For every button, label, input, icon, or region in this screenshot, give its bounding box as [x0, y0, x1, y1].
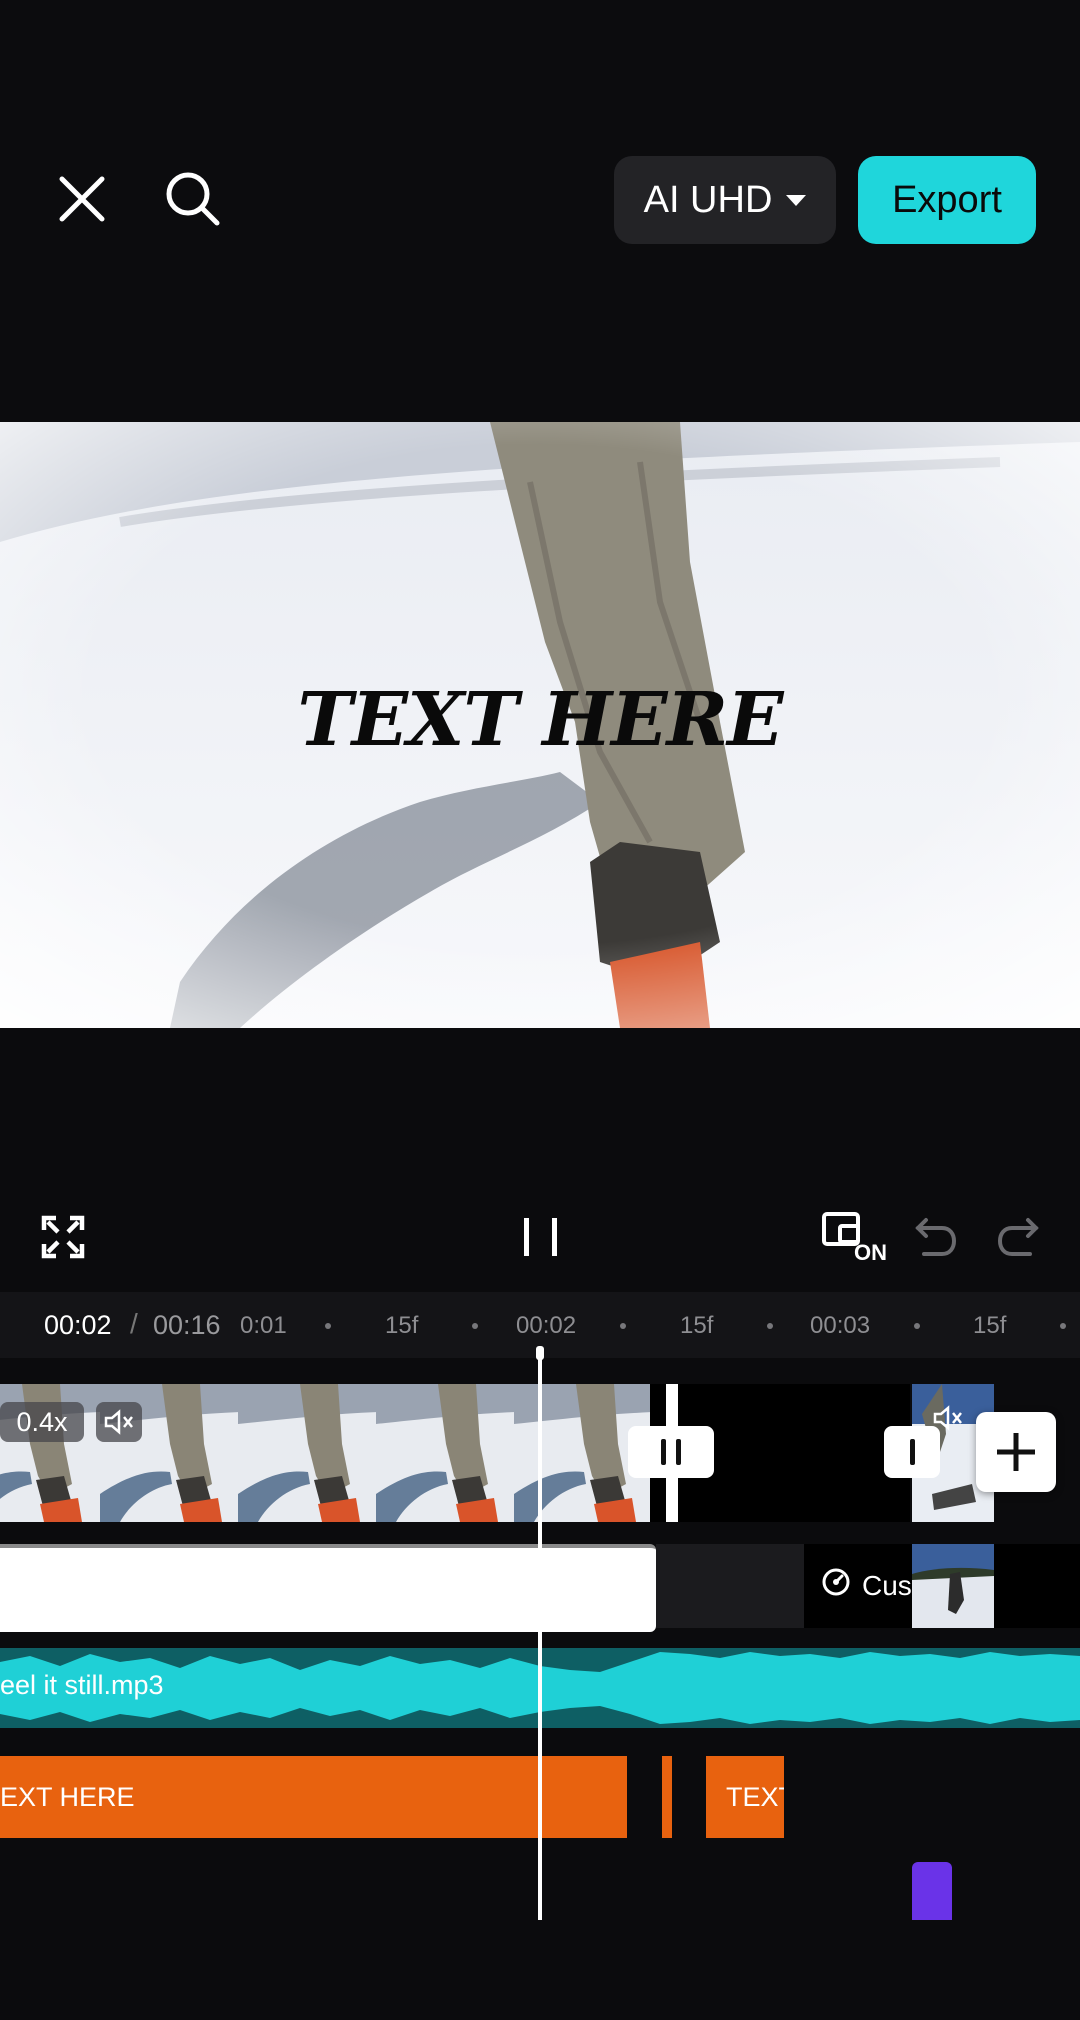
- time-separator: /: [130, 1308, 138, 1339]
- effect-clip[interactable]: [912, 1862, 952, 1920]
- chevron-down-icon: [786, 194, 807, 206]
- text-clip-2-label: TEXT: [726, 1781, 784, 1812]
- keyframe-toggle-button[interactable]: ON: [820, 1210, 887, 1268]
- ruler-tick: 00:02: [516, 1312, 577, 1339]
- close-icon: [59, 176, 105, 222]
- pause-icon: [524, 1218, 557, 1256]
- transition-handle[interactable]: [628, 1426, 714, 1478]
- custom-clip[interactable]: Cus: [804, 1544, 1080, 1628]
- ruler-dot: [1060, 1323, 1066, 1329]
- undo-button[interactable]: [912, 1212, 960, 1260]
- ruler-tick: 15f: [973, 1312, 1007, 1339]
- video-preview[interactable]: TEXT HERE: [0, 422, 1080, 1028]
- ruler-tick: 15f: [385, 1312, 419, 1339]
- playhead-cap: [536, 1346, 544, 1360]
- keyframe-badge: ON: [854, 1240, 887, 1265]
- speed-label: 0.4x: [16, 1406, 68, 1437]
- ruler-dot: [620, 1323, 626, 1329]
- redo-button[interactable]: [994, 1212, 1042, 1260]
- close-button[interactable]: [47, 164, 117, 234]
- export-button[interactable]: Export: [858, 156, 1036, 244]
- ruler-dot: [325, 1323, 331, 1329]
- quality-dropdown[interactable]: AI UHD: [614, 156, 836, 244]
- mute-icon: [104, 1409, 133, 1435]
- ruler-dot: [472, 1323, 478, 1329]
- search-button[interactable]: [158, 164, 228, 234]
- ruler-dot: [767, 1323, 773, 1329]
- text-clip[interactable]: EXT HERE: [0, 1756, 627, 1838]
- mute-badge[interactable]: [96, 1402, 142, 1442]
- custom-clip-thumbnail: [912, 1544, 994, 1628]
- text-clip-2[interactable]: TEXT: [706, 1756, 784, 1838]
- pause-button[interactable]: [520, 1214, 562, 1260]
- text-clip-label: EXT HERE: [0, 1781, 135, 1812]
- fullscreen-button[interactable]: [38, 1212, 88, 1262]
- overlay-text[interactable]: TEXT HERE: [0, 677, 1080, 763]
- current-time: 00:02: [44, 1310, 112, 1340]
- ruler-dot: [914, 1323, 920, 1329]
- custom-clip-label: Cus: [862, 1570, 912, 1601]
- overlay-gap: [656, 1544, 804, 1628]
- effect-icon: [822, 1568, 850, 1596]
- ruler-tick: 0:01: [240, 1312, 287, 1339]
- overlay-clip[interactable]: [0, 1544, 656, 1632]
- text-clip-small[interactable]: [658, 1756, 676, 1838]
- undo-icon: [915, 1218, 957, 1256]
- ruler-tick: 00:03: [810, 1312, 871, 1339]
- add-clip-button[interactable]: [976, 1412, 1056, 1492]
- speed-badge: 0.4x: [0, 1402, 84, 1442]
- playhead[interactable]: [538, 1348, 542, 1920]
- audio-clip-name: eel it still.mp3: [0, 1670, 164, 1700]
- quality-label: AI UHD: [643, 178, 773, 221]
- expand-icon: [41, 1215, 85, 1259]
- search-icon: [166, 172, 220, 226]
- plus-icon: [997, 1433, 1035, 1471]
- clip-trim-handle[interactable]: [884, 1426, 940, 1478]
- redo-icon: [997, 1218, 1039, 1256]
- ruler-tick: 15f: [680, 1312, 714, 1339]
- total-time: 00:16: [153, 1310, 221, 1340]
